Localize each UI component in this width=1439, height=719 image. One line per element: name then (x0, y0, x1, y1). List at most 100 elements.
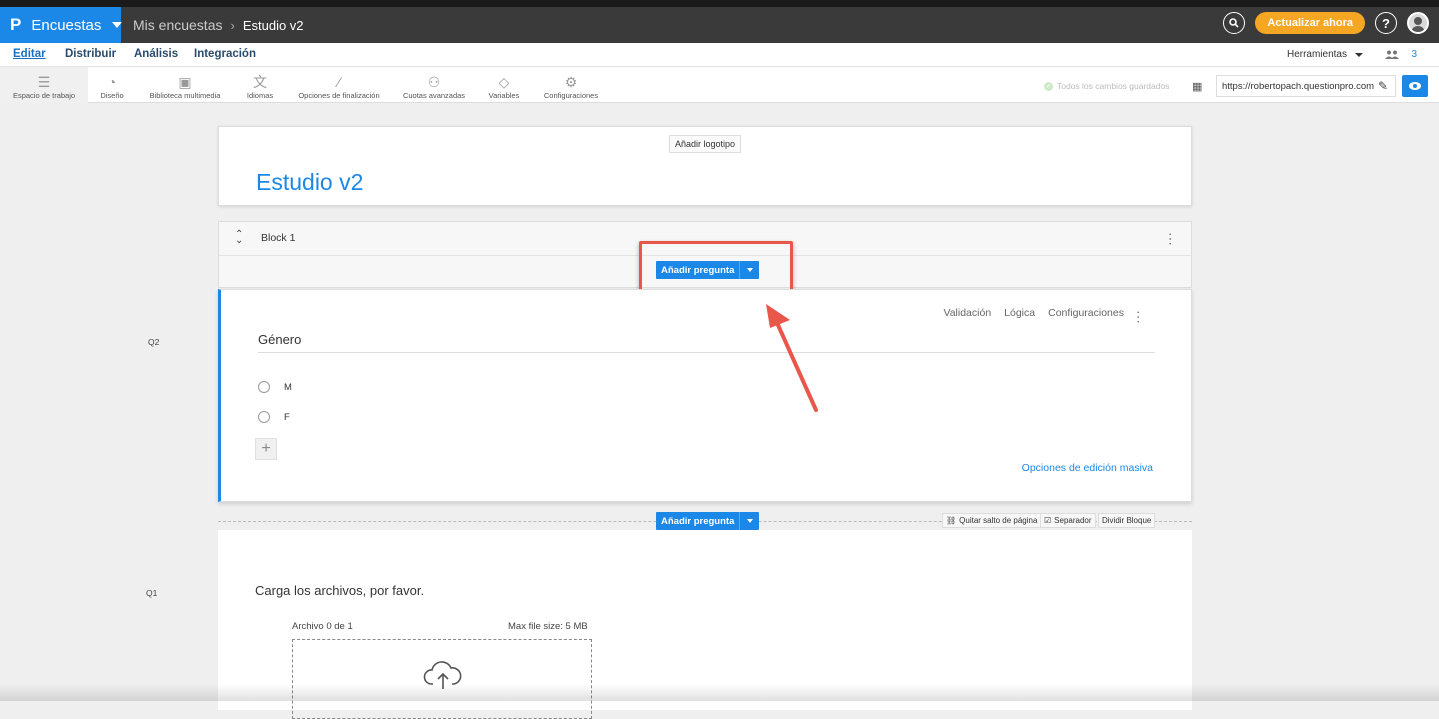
add-question-label: Añadir pregunta (661, 515, 735, 527)
tab-integracion[interactable]: Integración (194, 48, 256, 60)
tab-distribuir[interactable]: Distribuir (65, 48, 116, 60)
tool-design[interactable]: ◔ Diseño (94, 67, 130, 103)
validation-link[interactable]: Validación (943, 307, 991, 319)
collapse-icon[interactable]: ⌃ ⌄ (235, 230, 243, 246)
checkbox-icon: ☑ (1044, 516, 1052, 525)
search-icon[interactable] (1223, 12, 1246, 34)
tag-icon: ◇ (498, 74, 510, 90)
separator-label: Separador (1054, 516, 1092, 525)
split-block-button[interactable]: Dividir Bloque (1098, 513, 1156, 528)
palette-icon: ◔ (107, 74, 117, 90)
option-label[interactable]: M (284, 382, 292, 393)
tool-languages[interactable]: 文 Idiomas (240, 67, 280, 103)
preview-button[interactable] (1402, 75, 1428, 97)
chevron-down-icon (1355, 52, 1363, 57)
quota-icon: ⚇ (427, 74, 441, 90)
tool-label: Opciones de finalización (298, 91, 380, 100)
top-bar: P Encuestas Mis encuestas › Estudio v2 A… (0, 0, 1439, 43)
chevron-down-icon[interactable] (739, 512, 759, 530)
check-icon: ✓ (1044, 81, 1053, 91)
bulk-edit-link[interactable]: Opciones de edición masiva (1022, 462, 1153, 474)
bottom-shadow (0, 684, 1439, 701)
logic-link[interactable]: Lógica (1004, 307, 1035, 319)
breadcrumb-parent[interactable]: Mis encuestas (133, 17, 222, 33)
image-icon: ▣ (178, 74, 192, 90)
tool-label: Variables (488, 91, 520, 100)
tab-editar[interactable]: Editar (13, 48, 46, 60)
tool-settings[interactable]: ⚙ Configuraciones (540, 67, 602, 103)
tool-label: Idiomas (246, 91, 274, 100)
divider (258, 352, 1155, 353)
avatar[interactable] (1407, 12, 1429, 34)
add-question-button[interactable]: Añadir pregunta (656, 512, 760, 530)
breadcrumb: Mis encuestas › Estudio v2 (133, 17, 304, 33)
block-menu-icon[interactable]: ⋯ (1163, 232, 1179, 246)
question-card-q1[interactable]: Carga los archivos, por favor. Archivo 0… (218, 530, 1192, 719)
question-number: Q1 (146, 588, 158, 598)
survey-header-card: Añadir logotipo Estudio v2 (218, 126, 1192, 206)
answer-option[interactable]: M (258, 381, 292, 393)
split-block-label: Dividir Bloque (1102, 516, 1152, 525)
breadcrumb-current: Estudio v2 (242, 17, 304, 33)
survey-url-field[interactable]: https://robertopach.questionpro.com (1216, 75, 1396, 97)
separator-button[interactable]: ☑ Separador (1040, 513, 1096, 528)
add-logo-button[interactable]: Añadir logotipo (669, 135, 742, 153)
block-name[interactable]: Block 1 (261, 232, 295, 244)
tool-media-library[interactable]: ▣ Biblioteca multimedia (142, 67, 228, 103)
qr-code-icon[interactable]: ▦ (1192, 80, 1202, 93)
question-text[interactable]: Carga los archivos, por favor. (255, 583, 424, 598)
tools-label: Herramientas (1286, 49, 1347, 60)
option-label[interactable]: F (284, 412, 290, 423)
max-file-size: Max file size: 5 MB (508, 621, 588, 632)
tool-label: Biblioteca multimedia (149, 91, 221, 100)
users-icon (1385, 50, 1400, 59)
settings-link[interactable]: Configuraciones (1048, 307, 1124, 319)
editor-toolbar: ☰ Espacio de trabajo ◔ Diseño ▣ Bibliote… (0, 67, 1439, 103)
app-logo: P (10, 15, 22, 34)
edit-icon[interactable]: ✎ (1378, 79, 1388, 93)
highlight-box (639, 241, 793, 293)
eye-icon (1409, 82, 1421, 90)
app-name: Encuestas (31, 16, 102, 34)
question-card-q2[interactable]: Validación Lógica Configuraciones ⋯ Géne… (218, 289, 1192, 502)
arrow-annotation (766, 304, 818, 412)
workspace-icon: ☰ (37, 74, 51, 90)
save-status-text: Todos los cambios guardados (1057, 81, 1170, 91)
tool-label: Diseño (100, 91, 124, 100)
chevron-down-icon (112, 22, 123, 28)
question-more-icon[interactable]: ⋯ (1131, 310, 1147, 324)
users-count: 3 (1411, 49, 1417, 60)
tool-label: Configuraciones (543, 91, 599, 100)
tool-quotas[interactable]: ⚇ Cuotas avanzadas (400, 67, 468, 103)
remove-page-break-button[interactable]: ⛓ Quitar salto de página (942, 513, 1042, 528)
answer-option[interactable]: F (258, 411, 290, 423)
tool-label: Espacio de trabajo (12, 91, 76, 100)
tool-label: Cuotas avanzadas (402, 91, 466, 100)
tool-variables[interactable]: ◇ Variables (484, 67, 524, 103)
wand-icon: ⁄ (337, 74, 341, 90)
add-option-icon[interactable]: + (255, 438, 277, 460)
language-icon: 文 (253, 74, 267, 90)
collaborators[interactable]: 3 (1385, 49, 1417, 60)
question-menu: Validación Lógica Configuraciones (943, 307, 1151, 319)
app-switcher[interactable]: P Encuestas (0, 7, 123, 43)
save-status: ✓ Todos los cambios guardados (1044, 81, 1169, 91)
file-count: Archivo 0 de 1 (292, 621, 353, 632)
tool-end-options[interactable]: ⁄ Opciones de finalización (292, 67, 386, 103)
file-drop-zone[interactable] (292, 639, 592, 719)
unlink-icon: ⛓ (946, 516, 957, 525)
radio-button[interactable] (258, 411, 270, 423)
tab-analisis[interactable]: Análisis (134, 48, 178, 60)
tool-workspace[interactable]: ☰ Espacio de trabajo (0, 67, 88, 103)
question-number: Q2 (148, 337, 160, 347)
breadcrumb-separator: › (230, 17, 235, 33)
survey-title[interactable]: Estudio v2 (256, 169, 363, 196)
help-icon[interactable]: ? (1375, 12, 1397, 34)
remove-page-break-label: Quitar salto de página (959, 516, 1038, 525)
tools-menu[interactable]: Herramientas (1287, 49, 1363, 60)
main-nav: Editar Distribuir Análisis Integración H… (0, 43, 1439, 67)
question-text[interactable]: Género (258, 332, 301, 347)
upgrade-button[interactable]: Actualizar ahora (1255, 12, 1365, 34)
radio-button[interactable] (258, 381, 270, 393)
gear-icon: ⚙ (564, 74, 578, 90)
